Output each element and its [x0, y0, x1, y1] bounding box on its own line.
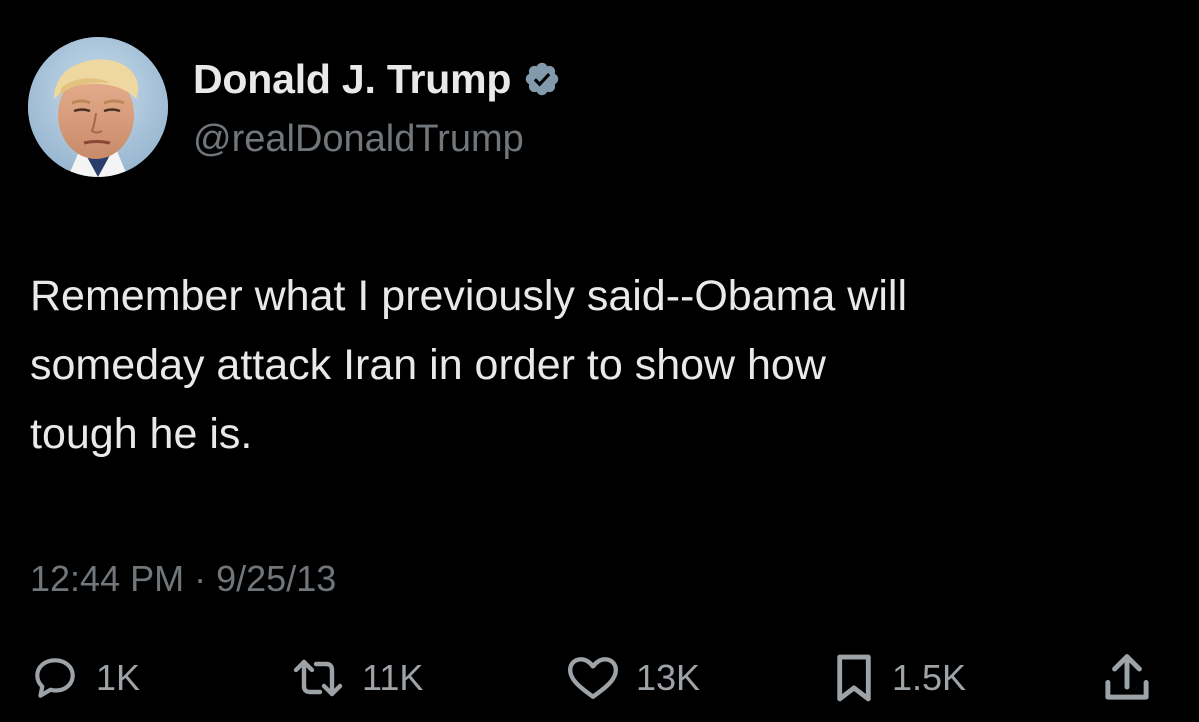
- bookmark-count: 1.5K: [892, 657, 967, 698]
- tweet-time: 12:44 PM: [30, 558, 185, 599]
- display-name[interactable]: Donald J. Trump: [193, 56, 511, 103]
- tweet-text-line: someday attack Iran in order to show how: [30, 341, 826, 389]
- author-name-row[interactable]: Donald J. Trump: [193, 56, 561, 102]
- reply-count: 1K: [96, 657, 141, 698]
- retweet-button[interactable]: 11K: [290, 648, 423, 708]
- tweet-text-line: tough he is.: [30, 410, 253, 458]
- bookmark-button[interactable]: 1.5K: [832, 648, 966, 708]
- avatar[interactable]: [28, 37, 168, 177]
- tweet-card: Donald J. Trump @realDonaldTrump Remembe…: [0, 0, 1199, 722]
- share-icon: [1105, 654, 1149, 700]
- profile-photo-icon: [28, 37, 168, 177]
- meta-separator: ·: [194, 558, 207, 599]
- tweet-text-line: Remember what I previously said--Obama w…: [30, 272, 908, 320]
- share-button[interactable]: [1102, 648, 1152, 708]
- heart-icon: [567, 657, 619, 699]
- tweet-timestamp[interactable]: 12:44 PM · 9/25/13: [30, 558, 336, 600]
- retweet-icon: [293, 659, 343, 697]
- tweet-date: 9/25/13: [216, 558, 337, 599]
- action-bar: 1K 11K 13K 1.5K: [0, 648, 1199, 708]
- reply-icon: [35, 658, 75, 698]
- like-count: 13K: [636, 657, 701, 698]
- bookmark-icon: [837, 654, 871, 702]
- like-button[interactable]: 13K: [566, 648, 700, 708]
- reply-button[interactable]: 1K: [30, 648, 140, 708]
- verified-badge-icon: [525, 62, 559, 96]
- tweet-text: Remember what I previously said--Obama w…: [30, 262, 1170, 469]
- user-handle[interactable]: @realDonaldTrump: [193, 118, 524, 161]
- retweet-count: 11K: [362, 657, 424, 698]
